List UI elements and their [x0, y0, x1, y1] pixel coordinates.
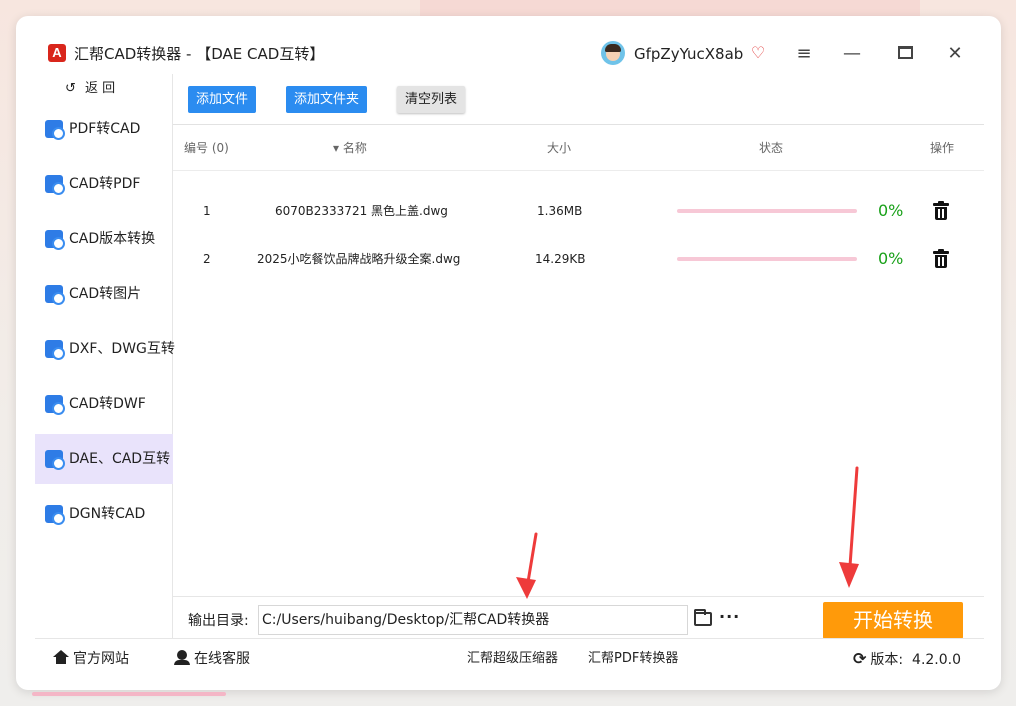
maximize-button[interactable] — [891, 40, 919, 68]
dae-cad-icon — [45, 450, 65, 470]
username[interactable]: GfpZyYucX8ab — [634, 44, 743, 64]
row-file-size: 1.36MB — [537, 204, 583, 218]
sidebar-item-cad-to-dwf[interactable]: CAD转DWF — [35, 379, 173, 429]
sidebar-item-dae-cad[interactable]: DAE、CAD互转 — [35, 434, 173, 484]
column-header-index[interactable]: 编号 (0) — [184, 140, 229, 156]
progress-bar — [677, 209, 857, 213]
sidebar-item-label: DGN转CAD — [69, 506, 146, 522]
column-header-action[interactable]: 操作 — [930, 140, 954, 156]
refresh-icon[interactable]: ⟳ — [853, 650, 866, 668]
service-label: 在线客服 — [194, 651, 250, 667]
menu-button[interactable]: ≡ — [790, 40, 818, 68]
app-window: A 汇帮CAD转换器 - 【DAE CAD互转】 GfpZyYucX8ab ♡ … — [16, 16, 1001, 690]
taskbar-indicator — [32, 692, 226, 696]
more-options-icon[interactable]: ··· — [719, 608, 740, 626]
footer: 官方网站 在线客服 汇帮超级压缩器 汇帮PDF转换器 ⟳ 版本: 4.2.0.0 — [35, 638, 984, 678]
row-file-name: 6070B2333721 黑色上盖.dwg — [275, 204, 448, 218]
sidebar-item-label: CAD转PDF — [69, 176, 141, 192]
clear-list-button[interactable]: 清空列表 — [397, 86, 466, 113]
sidebar-item-cad-to-pdf[interactable]: CAD转PDF — [35, 159, 173, 209]
home-icon — [53, 650, 69, 664]
table-row[interactable]: 2 2025小吃餐饮品牌战略升级全案.dwg 14.29KB 0% — [173, 236, 984, 284]
cad-to-image-icon — [45, 285, 65, 305]
sidebar-item-cad-version[interactable]: CAD版本转换 — [35, 214, 173, 264]
progress-bar — [677, 257, 857, 261]
sidebar-item-cad-to-image[interactable]: CAD转图片 — [35, 269, 173, 319]
sidebar: ↺ 返 回 PDF转CAD CAD转PDF CAD版本转换 CAD转图片 DXF、… — [35, 74, 175, 638]
row-index: 1 — [203, 204, 211, 218]
sidebar-item-label: PDF转CAD — [69, 121, 141, 137]
toolbar-divider — [173, 124, 984, 125]
version-label: 版本: — [870, 652, 904, 668]
dgn-to-cad-icon — [45, 505, 65, 525]
cad-version-icon — [45, 230, 65, 250]
sidebar-item-dxf-dwg[interactable]: DXF、DWG互转 — [35, 324, 175, 374]
online-service-link[interactable]: 在线客服 — [174, 650, 250, 668]
add-file-button[interactable]: 添加文件 — [188, 86, 257, 113]
column-header-status[interactable]: 状态 — [759, 140, 783, 156]
pdf-converter-link[interactable]: 汇帮PDF转换器 — [588, 650, 678, 668]
website-label: 官方网站 — [73, 651, 129, 667]
column-header-size[interactable]: 大小 — [547, 140, 571, 156]
vip-diamond-icon[interactable]: ♡ — [749, 44, 767, 62]
header-divider — [173, 170, 984, 171]
sidebar-item-label: CAD转图片 — [69, 286, 142, 302]
compressor-link[interactable]: 汇帮超级压缩器 — [467, 650, 558, 668]
progress-percent: 0% — [878, 201, 904, 220]
main-panel: 添加文件 添加文件夹 清空列表 编号 (0) ▾ 名称 大小 状态 操作 1 6… — [173, 74, 984, 638]
output-bar: 输出目录: C:/Users/huibang/Desktop/汇帮CAD转换器 … — [173, 596, 984, 639]
progress-percent: 0% — [878, 249, 904, 268]
title-bar: A 汇帮CAD转换器 - 【DAE CAD互转】 GfpZyYucX8ab ♡ … — [16, 16, 1001, 74]
app-logo-icon: A — [48, 44, 66, 62]
row-index: 2 — [203, 252, 211, 266]
folder-icon[interactable] — [694, 609, 712, 626]
trash-icon[interactable] — [933, 249, 949, 269]
sidebar-item-label: DXF、DWG互转 — [69, 341, 175, 357]
sidebar-item-pdf-to-cad[interactable]: PDF转CAD — [35, 104, 173, 154]
version-info: ⟳ 版本: 4.2.0.0 — [853, 650, 961, 669]
table-row[interactable]: 1 6070B2333721 黑色上盖.dwg 1.36MB 0% — [173, 188, 984, 236]
maximize-icon — [897, 46, 913, 59]
output-path-input[interactable]: C:/Users/huibang/Desktop/汇帮CAD转换器 — [258, 605, 688, 635]
sidebar-item-dgn-to-cad[interactable]: DGN转CAD — [35, 489, 173, 539]
sidebar-item-label: DAE、CAD互转 — [69, 451, 171, 467]
minimize-button[interactable]: — — [838, 40, 866, 68]
dxf-dwg-icon — [45, 340, 65, 360]
customer-service-icon — [174, 650, 190, 665]
avatar-hair — [605, 44, 621, 52]
start-convert-button[interactable]: 开始转换 — [823, 602, 963, 639]
pdf-to-cad-icon — [45, 120, 65, 140]
row-file-size: 14.29KB — [535, 252, 586, 266]
window-title: 汇帮CAD转换器 - 【DAE CAD互转】 — [74, 45, 325, 63]
back-arrow-icon: ↺ — [65, 81, 76, 96]
row-file-name: 2025小吃餐饮品牌战略升级全案.dwg — [257, 252, 461, 266]
back-label: 返 回 — [85, 81, 116, 96]
version-number: 4.2.0.0 — [912, 652, 962, 668]
user-avatar[interactable] — [601, 41, 625, 65]
add-folder-button[interactable]: 添加文件夹 — [286, 86, 368, 113]
cad-to-dwf-icon — [45, 395, 65, 415]
sidebar-item-label: CAD转DWF — [69, 396, 146, 412]
output-label: 输出目录: — [188, 613, 249, 629]
sidebar-item-label: CAD版本转换 — [69, 231, 156, 247]
column-header-name[interactable]: ▾ 名称 — [333, 140, 367, 156]
trash-icon[interactable] — [933, 201, 949, 221]
close-button[interactable]: ✕ — [941, 40, 969, 68]
cad-to-pdf-icon — [45, 175, 65, 195]
back-button[interactable]: ↺ 返 回 — [65, 80, 115, 98]
official-website-link[interactable]: 官方网站 — [53, 650, 129, 668]
